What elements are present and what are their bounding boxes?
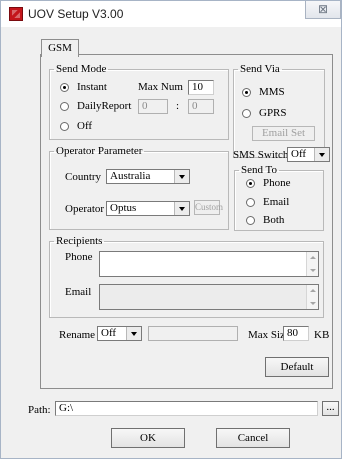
send-via-legend: Send Via — [240, 63, 280, 75]
chevron-down-icon — [174, 202, 189, 215]
recipients-phone-field[interactable] — [99, 251, 319, 277]
rename-label: Rename — [59, 329, 96, 341]
scroll-down-icon — [310, 269, 316, 272]
email-set-button[interactable]: Email Set — [252, 126, 315, 141]
gprs-label: GPRS — [259, 107, 287, 119]
phone-scrollbar[interactable] — [306, 252, 318, 276]
max-num-input[interactable]: 10 — [188, 80, 214, 95]
country-value: Australia — [110, 170, 151, 182]
daily-report-radio[interactable] — [60, 102, 69, 111]
send-to-email-label: Email — [263, 196, 290, 208]
mms-label: MMS — [259, 86, 285, 98]
ok-button[interactable]: OK — [111, 428, 185, 448]
max-size-unit: KB — [314, 329, 330, 341]
rename-text-input[interactable] — [148, 326, 238, 341]
scroll-up-icon — [310, 289, 316, 292]
send-to-legend: Send To — [241, 164, 278, 176]
operator-label: Operator — [65, 203, 105, 215]
rename-select[interactable]: Off — [97, 326, 142, 341]
chevron-down-icon — [126, 327, 141, 340]
chevron-down-icon — [314, 148, 329, 161]
recipients-email-label: Email — [65, 286, 92, 298]
path-label: Path: — [28, 404, 51, 416]
instant-radio[interactable] — [60, 83, 69, 92]
daily-minute-input[interactable]: 0 — [188, 99, 214, 114]
send-mode-legend: Send Mode — [56, 63, 107, 75]
daily-report-label: DailyReport — [77, 100, 132, 112]
send-to-both-label: Both — [263, 214, 285, 226]
close-icon[interactable]: ⊠ — [305, 1, 341, 19]
off-label: Off — [77, 120, 93, 132]
window-title: UOV Setup V3.00 — [28, 7, 124, 21]
country-label: Country — [65, 171, 102, 183]
setup-window: UOV Setup V3.00 ⊠ GSM Send Mode Instant … — [0, 0, 342, 459]
default-button[interactable]: Default — [265, 357, 329, 377]
chevron-down-icon — [174, 170, 189, 183]
recipients-email-field[interactable] — [99, 284, 319, 310]
send-to-email-radio[interactable] — [246, 198, 255, 207]
operator-value: Optus — [110, 202, 137, 214]
operator-parameter-legend: Operator Parameter — [56, 145, 143, 157]
instant-label: Instant — [77, 81, 107, 93]
operator-select[interactable]: Optus — [106, 201, 190, 216]
operator-parameter-group: Operator Parameter — [49, 146, 229, 230]
title-bar: UOV Setup V3.00 ⊠ — [1, 1, 341, 27]
send-to-phone-radio[interactable] — [246, 179, 255, 188]
recipients-phone-label: Phone — [65, 251, 93, 263]
max-num-label: Max Num — [138, 81, 183, 93]
sms-switch-select[interactable]: Off — [287, 147, 330, 162]
rename-value: Off — [101, 327, 117, 339]
max-size-input[interactable]: 80 — [283, 326, 309, 341]
custom-button[interactable]: Custom — [194, 200, 223, 215]
path-input[interactable]: G:\ — [55, 401, 318, 416]
recipients-legend: Recipients — [56, 235, 103, 247]
send-to-phone-label: Phone — [263, 177, 291, 189]
browse-button[interactable]: ... — [322, 401, 339, 416]
daily-hour-input[interactable]: 0 — [138, 99, 168, 114]
scroll-down-icon — [310, 302, 316, 305]
sms-switch-label: SMS Switch — [233, 149, 289, 161]
off-radio[interactable] — [60, 122, 69, 131]
daily-separator: : — [176, 100, 180, 112]
tab-gsm[interactable]: GSM — [41, 39, 79, 57]
gprs-radio[interactable] — [242, 109, 251, 118]
cancel-button[interactable]: Cancel — [216, 428, 290, 448]
send-to-both-radio[interactable] — [246, 216, 255, 225]
app-icon — [9, 7, 23, 21]
country-select[interactable]: Australia — [106, 169, 190, 184]
email-scrollbar[interactable] — [306, 285, 318, 309]
scroll-up-icon — [310, 256, 316, 259]
sms-switch-value: Off — [291, 148, 307, 160]
mms-radio[interactable] — [242, 88, 251, 97]
